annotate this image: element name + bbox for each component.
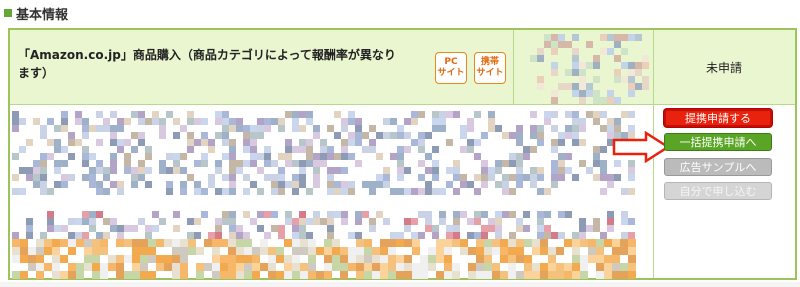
ad-sample-label: 広告サンプルへ xyxy=(679,161,757,174)
ad-sample-button[interactable]: 広告サンプルへ xyxy=(664,158,772,176)
pixelated-description-text xyxy=(12,211,635,239)
program-header-row: 「Amazon.co.jp」商品購入（商品カテゴリによって報酬率が異なります） … xyxy=(10,30,795,105)
page-bottom-strip xyxy=(0,282,800,287)
apply-partnership-button[interactable]: 提携申請する xyxy=(664,109,772,127)
pixelated-banner-image xyxy=(530,34,649,104)
bulk-apply-button[interactable]: 一括提携申請へ xyxy=(664,133,772,151)
application-status: 未申請 xyxy=(653,30,795,104)
pc-site-badge: PC サイト xyxy=(435,52,467,84)
section-marker-icon xyxy=(4,9,12,17)
application-status-label: 未申請 xyxy=(705,60,742,75)
bulk-apply-label: 一括提携申請へ xyxy=(679,136,757,149)
program-info-box: 「Amazon.co.jp」商品購入（商品カテゴリによって報酬率が異なります） … xyxy=(8,28,797,280)
column-divider xyxy=(513,30,514,104)
mobile-site-badge-label: 携帯 サイト xyxy=(476,57,504,78)
section-title: 基本情報 xyxy=(4,2,68,24)
pixelated-description-text xyxy=(12,111,635,195)
pc-site-badge-label: PC サイト xyxy=(437,57,465,78)
self-apply-label: 自分で申し込む xyxy=(679,185,757,198)
self-apply-button: 自分で申し込む xyxy=(664,182,772,200)
mobile-site-badge: 携帯 サイト xyxy=(474,52,506,84)
right-arrow-icon xyxy=(612,131,670,163)
pixelated-reward-table xyxy=(12,239,636,279)
product-name: 「Amazon.co.jp」商品購入（商品カテゴリによって報酬率が異なります） xyxy=(18,48,396,80)
apply-partnership-label: 提携申請する xyxy=(685,112,751,125)
section-title-text: 基本情報 xyxy=(16,7,69,23)
